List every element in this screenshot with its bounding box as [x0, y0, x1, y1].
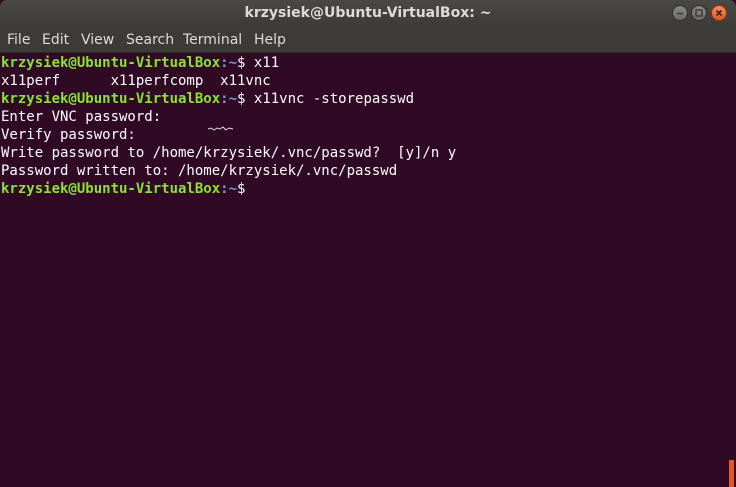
terminal-line-prompt: krzysiek@Ubuntu-VirtualBox:~$ x11 — [1, 54, 279, 72]
menu-view[interactable]: View — [81, 27, 114, 53]
menu-bar: File Edit View Search Terminal Help — [0, 27, 736, 53]
menu-edit[interactable]: Edit — [42, 27, 69, 53]
terminal-line-output: x11perf x11perfcomp x11vnc — [1, 73, 271, 89]
menu-file[interactable]: File — [7, 27, 30, 53]
maximize-button[interactable] — [691, 5, 707, 21]
terminal-line-prompt: krzysiek@Ubuntu-VirtualBox:~$ x11vnc -st… — [1, 90, 414, 108]
minimize-button[interactable] — [672, 5, 688, 21]
prompt-user-host: krzysiek@Ubuntu-VirtualBox — [1, 91, 221, 107]
terminal-window: krzysiek@Ubuntu-VirtualBox: ~ File Edit … — [0, 0, 736, 487]
terminal-line-prompt: krzysiek@Ubuntu-VirtualBox:~$ — [1, 180, 245, 198]
maximize-icon — [695, 9, 703, 17]
terminal-line-output: Verify password: — [1, 127, 136, 143]
terminal-line-output: Write password to /home/krzysiek/.vnc/pa… — [1, 145, 457, 161]
prompt-user-host: krzysiek@Ubuntu-VirtualBox — [1, 55, 221, 71]
minimize-icon — [677, 12, 683, 15]
close-button[interactable] — [711, 5, 727, 21]
close-icon — [715, 9, 723, 17]
prompt-sign: $ — [237, 181, 246, 197]
scrollbar-indicator[interactable] — [729, 460, 734, 487]
terminal-line-output: Password written to: /home/krzysiek/.vnc… — [1, 163, 398, 179]
prompt-path: :~ — [220, 91, 238, 107]
command-text: x11vnc -storepasswd — [245, 91, 415, 107]
prompt-user-host: krzysiek@Ubuntu-VirtualBox — [1, 181, 221, 197]
command-text: x11 — [245, 55, 280, 71]
menu-terminal[interactable]: Terminal — [183, 27, 242, 53]
prompt-path: :~ — [220, 55, 238, 71]
prompt-path: :~ — [220, 181, 238, 197]
title-bar[interactable]: krzysiek@Ubuntu-VirtualBox: ~ — [0, 0, 736, 27]
menu-search[interactable]: Search — [126, 27, 174, 53]
window-title: krzysiek@Ubuntu-VirtualBox: ~ — [244, 5, 492, 21]
cursor-artifact — [207, 126, 234, 131]
terminal-line-output: Enter VNC password: — [1, 109, 162, 125]
menu-help[interactable]: Help — [254, 27, 286, 53]
terminal-output[interactable]: krzysiek@Ubuntu-VirtualBox:~$ x11 x11per… — [0, 53, 736, 487]
